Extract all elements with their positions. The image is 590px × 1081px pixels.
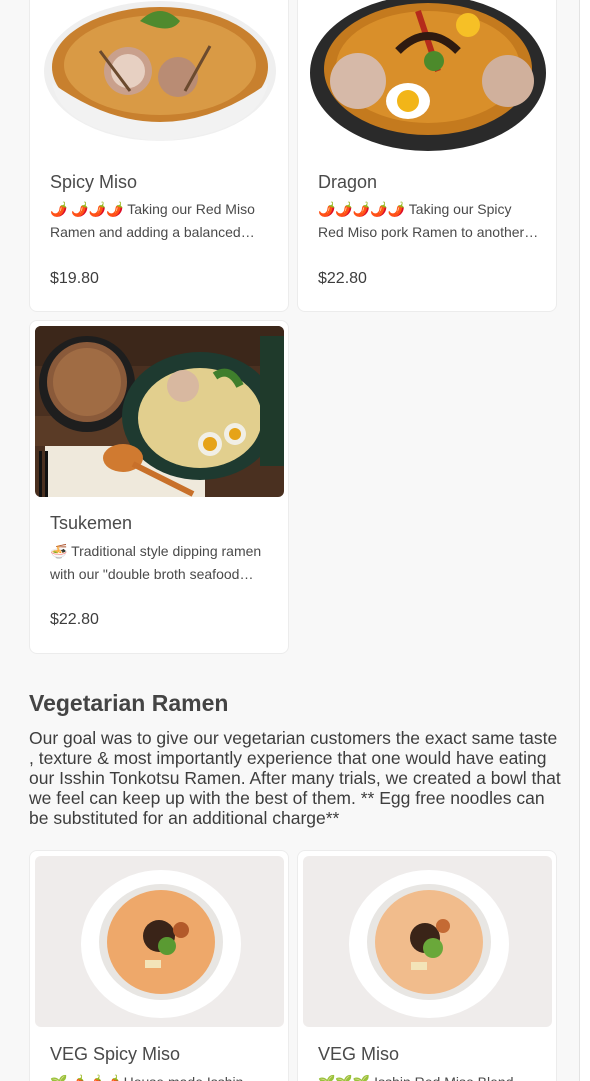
dragon-image [308, 0, 548, 153]
menu-item-description: 🌱🌱🌱 Isshin Red Miso Blend vegetarian ram… [318, 1071, 540, 1081]
menu-item-name: Spicy Miso [50, 172, 138, 192]
menu-item-description: 🍜 Traditional style dipping ramen with o… [50, 543, 262, 582]
scrollbar[interactable] [579, 0, 590, 1081]
menu-item-price: $22.80 [50, 611, 99, 628]
menu-item-card-veg-spicy-miso[interactable]: VEG Spicy Miso 🌱🌶️🌶️🌶️ House made Isshin… [29, 850, 289, 1081]
menu-item-price: $19.80 [50, 270, 99, 287]
veg-miso-image [303, 856, 552, 1027]
menu-item-card-veg-miso[interactable]: VEG Miso 🌱🌱🌱 Isshin Red Miso Blend veget… [297, 850, 557, 1081]
menu-item-name: VEG Miso [318, 1044, 400, 1064]
menu-item-name: Tsukemen [50, 513, 133, 533]
menu-item-description: 🌱🌶️🌶️🌶️ House made Isshin vegetarian spi… [50, 1071, 272, 1081]
menu-item-name: VEG Spicy Miso [50, 1044, 181, 1064]
menu-item-description: 🌶️🌶️🌶️🌶️🌶️ Taking our Spicy Red Miso por… [318, 201, 525, 240]
spicy-miso-image [40, 0, 280, 151]
menu-item-description: 🌶️ 🌶️🌶️🌶️ Taking our Red Miso Ramen and … [50, 201, 255, 240]
veg-spicy-miso-image [35, 856, 284, 1027]
menu-item-card-spicy-miso[interactable]: Spicy Miso 🌶️ 🌶️🌶️🌶️ Taking our Red Miso… [29, 0, 289, 312]
menu-page: Spicy Miso 🌶️ 🌶️🌶️🌶️ Taking our Red Miso… [0, 0, 578, 1081]
menu-item-card-dragon[interactable]: Dragon 🌶️🌶️🌶️🌶️🌶️ Taking our Spicy Red M… [297, 0, 557, 312]
menu-item-price: $22.80 [318, 270, 367, 287]
section-title-vegetarian-ramen: Vegetarian Ramen [29, 690, 229, 716]
section-description: Our goal was to give our vegetarian cust… [29, 728, 561, 828]
menu-item-card-tsukemen[interactable]: Tsukemen 🍜 Traditional style dipping ram… [29, 320, 289, 654]
menu-item-name: Dragon [318, 172, 378, 192]
tsukemen-image [35, 326, 284, 497]
